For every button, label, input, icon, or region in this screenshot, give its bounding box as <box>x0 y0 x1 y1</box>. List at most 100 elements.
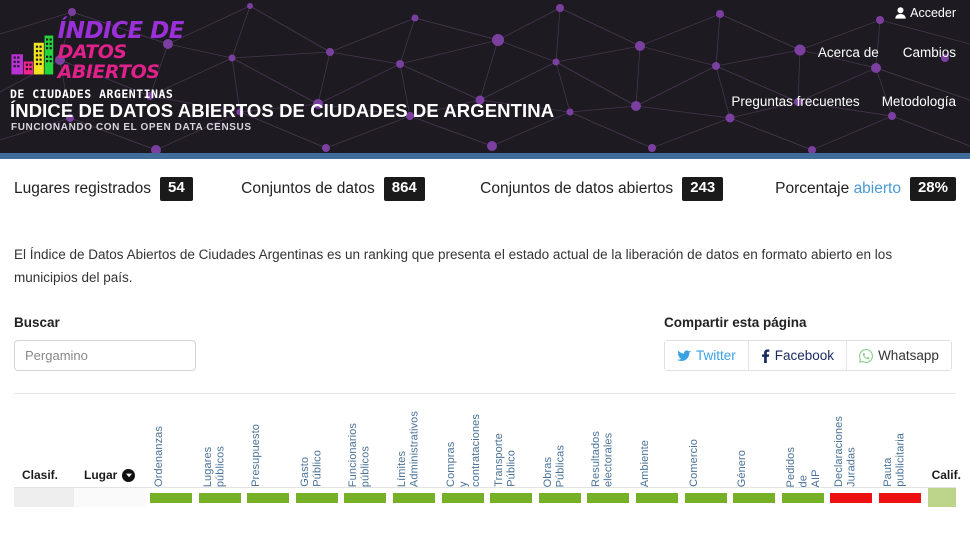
col-header-dataset-13[interactable]: Género <box>736 450 749 487</box>
col-header-dataset-11[interactable]: Ambiente <box>639 440 652 487</box>
col-header-line: Transporte <box>493 433 506 487</box>
cell-status-red[interactable] <box>879 493 921 503</box>
cell-status-green[interactable] <box>344 493 387 503</box>
col-header-line: Resultados <box>590 430 603 487</box>
col-header-line: Administrativos <box>408 410 421 487</box>
login-link[interactable]: Acceder <box>895 6 956 20</box>
share-button-group: Twitter Facebook Whatsapp <box>664 340 952 371</box>
share-heading: Compartir esta página <box>664 315 807 330</box>
nav-cambios[interactable]: Cambios <box>903 45 956 60</box>
share-facebook-label: Facebook <box>774 348 835 363</box>
logo-line-3: DE CIUDADES ARGENTINAS <box>10 87 174 101</box>
cell-status-green[interactable] <box>247 493 290 503</box>
ranking-table: Clasif. Lugar Calif. Ordenanzas Lugares pú… <box>14 394 961 507</box>
col-header-line: públicos <box>359 445 372 487</box>
table-header-row: Clasif. Lugar Calif. Ordenanzas Lugares pú… <box>14 394 961 487</box>
col-header-dataset-12[interactable]: Comercio <box>688 439 701 487</box>
cell-status-green[interactable] <box>150 493 192 503</box>
cell-status-green[interactable] <box>684 493 727 503</box>
col-header-line: Ambiente <box>639 439 651 487</box>
col-header-line: públicos <box>214 445 227 487</box>
col-header-line: Público <box>505 450 518 487</box>
col-header-dataset-6[interactable]: Límites Administrativos <box>396 411 421 487</box>
page-subtitle: FUNCIONANDO CON EL OPEN DATA CENSUS <box>11 122 252 133</box>
col-header-line: Límites <box>396 450 408 487</box>
nav-acerca-de[interactable]: Acerca de <box>818 45 879 60</box>
col-header-dataset-8[interactable]: Transporte Público <box>493 433 518 487</box>
col-header-line: electorales <box>602 432 615 487</box>
cell-place <box>74 488 146 507</box>
cell-status-green[interactable] <box>538 493 581 503</box>
stat-label-highlight[interactable]: abierto <box>854 180 901 197</box>
col-header-dataset-1[interactable]: Ordenanzas <box>153 426 166 487</box>
col-header-line: publicitaria <box>894 433 907 487</box>
stats-bar: Lugares registrados 54 Conjuntos de dato… <box>0 159 970 219</box>
stat-conjuntos-de-datos-abiertos: Conjuntos de datos abiertos 243 <box>480 177 724 201</box>
col-header-dataset-9[interactable]: Obras Públicas <box>542 445 567 487</box>
page-title: ÍNDICE DE DATOS ABIERTOS DE CIUDADES DE … <box>10 100 555 121</box>
col-header-line: Comercio <box>687 439 700 487</box>
nav-preguntas-frecuentes[interactable]: Preguntas frecuentes <box>731 94 859 109</box>
col-header-line: Compras <box>444 441 457 487</box>
cell-status-green[interactable] <box>490 493 533 503</box>
cell-rank <box>14 488 74 507</box>
stat-label: Conjuntos de datos abiertos <box>480 180 674 197</box>
col-header-line: Obras <box>541 456 554 487</box>
col-header-lugar[interactable]: Lugar <box>84 468 136 482</box>
col-header-line: Ordenanzas <box>153 426 165 487</box>
col-header-dataset-4[interactable]: Gasto Público <box>299 450 324 487</box>
cell-status-green[interactable] <box>733 493 776 503</box>
col-header-line: Funcionarios <box>347 422 360 487</box>
stat-conjuntos-de-datos: Conjuntos de datos 864 <box>241 177 425 201</box>
cell-status-green[interactable] <box>587 493 630 503</box>
share-facebook-button[interactable]: Facebook <box>748 341 848 370</box>
col-header-dataset-3[interactable]: Presupuesto <box>250 424 263 487</box>
col-header-dataset-14[interactable]: Pedidos de AIP <box>785 447 823 487</box>
table-row[interactable] <box>14 488 956 507</box>
col-header-dataset-15[interactable]: Declaraciones Juradas <box>833 416 858 487</box>
search-input[interactable] <box>14 340 196 371</box>
stat-label: Conjuntos de datos <box>241 180 375 197</box>
share-twitter-button[interactable]: Twitter <box>665 341 749 370</box>
col-header-clasif[interactable]: Clasif. <box>22 468 58 482</box>
secondary-nav: Preguntas frecuentes Metodología <box>731 94 956 109</box>
col-header-calif[interactable]: Calif. <box>932 468 961 482</box>
col-header-line: Públicas <box>554 444 567 487</box>
col-header-line: AIP <box>809 468 822 487</box>
login-label: Acceder <box>910 6 956 20</box>
col-header-line: Pedidos <box>784 446 797 487</box>
site-logo[interactable]: ÍNDICE DE DATOS ABIERTOS DE CIUDADES ARG… <box>10 18 185 102</box>
cell-status-green[interactable] <box>393 493 435 503</box>
cell-status-green[interactable] <box>781 493 824 503</box>
sort-down-circle-icon[interactable] <box>122 468 136 482</box>
stat-label: Porcentaje abierto <box>775 180 901 197</box>
col-header-line: Género <box>736 449 749 487</box>
cell-status-red[interactable] <box>830 493 873 503</box>
cell-status-green[interactable] <box>295 493 338 503</box>
share-whatsapp-button[interactable]: Whatsapp <box>847 341 951 370</box>
stat-label: Lugares registrados <box>14 180 151 197</box>
cell-overall-score[interactable] <box>927 488 956 507</box>
col-header-line: Presupuesto <box>250 424 263 487</box>
logo-line-1: ÍNDICE DE <box>57 18 185 44</box>
facebook-f-icon <box>761 348 770 363</box>
col-header-dataset-16[interactable]: Pauta publicitaria <box>882 433 907 487</box>
stat-value: 28% <box>909 177 956 201</box>
col-header-line: Declaraciones <box>833 415 846 487</box>
cell-status-green[interactable] <box>636 493 678 503</box>
stat-value: 54 <box>160 177 193 201</box>
logo-line-2: DATOS ABIERTOS <box>57 41 160 83</box>
cell-status-green[interactable] <box>198 493 241 503</box>
nav-metodologia[interactable]: Metodología <box>882 94 956 109</box>
buildings-logo-icon <box>11 35 54 75</box>
cell-status-green[interactable] <box>441 493 484 503</box>
col-header-line: Público <box>311 450 324 487</box>
col-header-dataset-7[interactable]: Compras y contrataciones <box>445 414 483 487</box>
site-header: ÍNDICE DE DATOS ABIERTOS DE CIUDADES ARG… <box>0 0 970 153</box>
col-header-dataset-10[interactable]: Resultados electorales <box>590 431 615 487</box>
col-header-line: de <box>797 474 810 487</box>
col-header-dataset-5[interactable]: Funcionarios públicos <box>347 423 372 487</box>
col-header-line: y <box>457 481 470 487</box>
col-header-dataset-2[interactable]: Lugares públicos <box>202 446 227 487</box>
intro-paragraph: El Índice de Datos Abiertos de Ciudades … <box>14 247 893 285</box>
